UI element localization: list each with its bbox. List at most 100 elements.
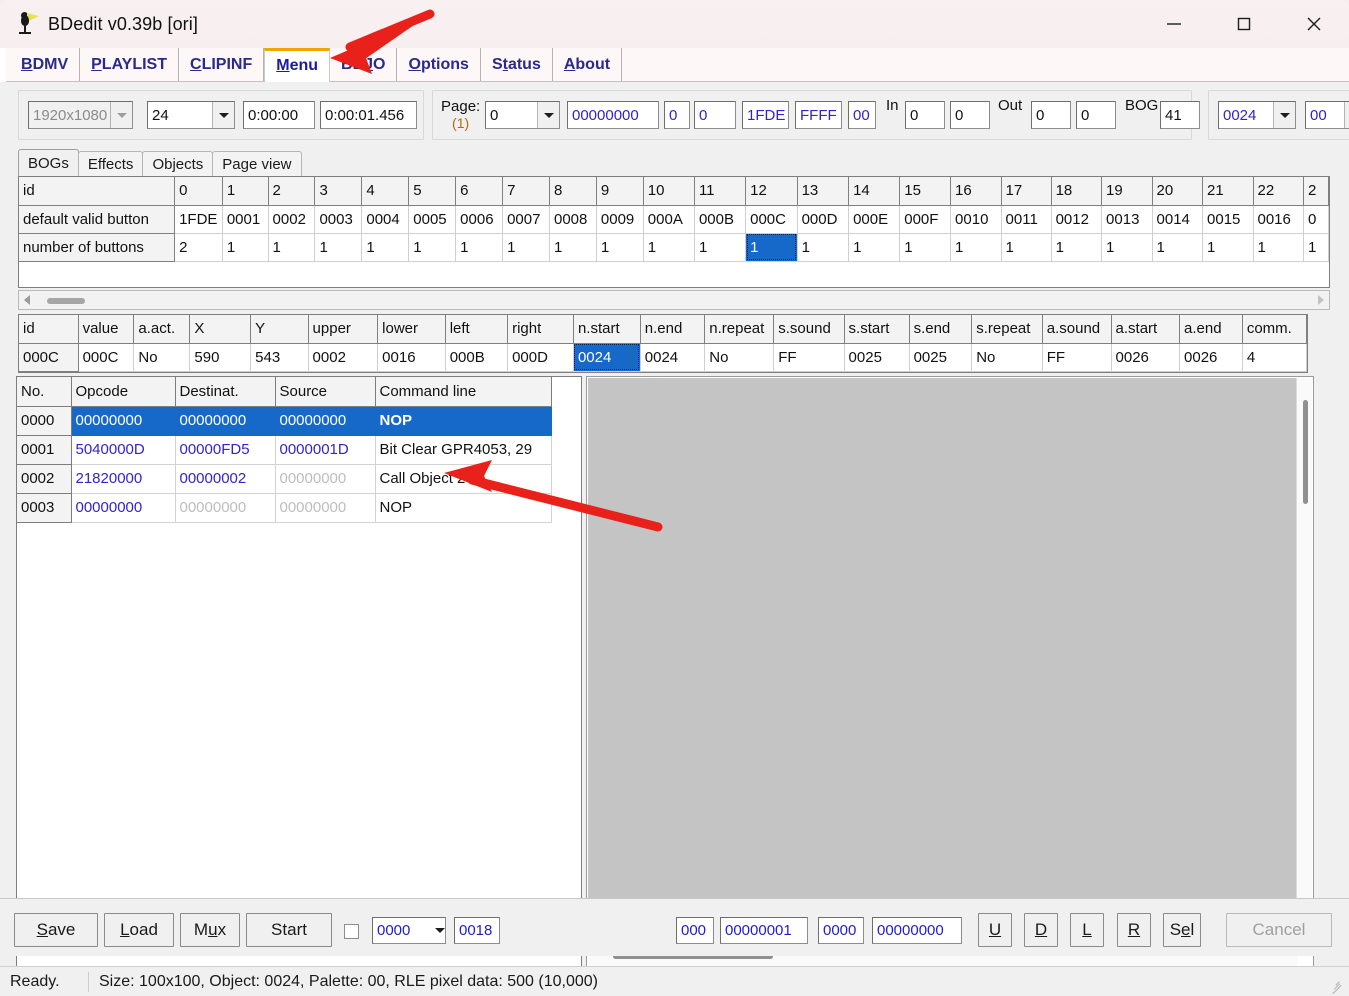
scroll-right-icon[interactable] <box>1313 295 1329 305</box>
field-ffff[interactable]: FFFF <box>795 101 842 129</box>
mux-button[interactable]: Mux <box>180 913 240 947</box>
field-1fde[interactable]: 1FDE <box>742 101 789 129</box>
command-row[interactable]: 0003 00000000 00000000 00000000 NOP <box>17 493 552 523</box>
props-cell[interactable]: 0025 <box>909 343 973 372</box>
bogs-cell[interactable]: 0002 <box>268 205 316 234</box>
field-00000001[interactable]: 00000001 <box>720 917 808 944</box>
tab-bogs[interactable]: BOGs <box>18 149 79 176</box>
nav-left-button[interactable]: L <box>1070 913 1104 947</box>
bogs-cell[interactable]: 11 <box>694 177 747 206</box>
bogs-cell[interactable]: 0011 <box>1001 205 1052 234</box>
bogs-cell[interactable]: 15 <box>899 177 952 206</box>
bogs-cell[interactable]: 1 <box>455 233 504 262</box>
bogs-cell[interactable]: 12 <box>745 177 798 206</box>
bogs-cell[interactable]: 0003 <box>314 205 363 234</box>
field-2[interactable]: 0 <box>694 101 736 129</box>
props-cell[interactable]: 0026 <box>1111 343 1181 372</box>
bogs-cell[interactable]: 0005 <box>408 205 457 234</box>
bogs-cell[interactable]: 1 <box>950 233 1002 262</box>
bogs-cell[interactable]: 2 <box>268 177 316 206</box>
bogs-cell[interactable]: 6 <box>455 177 504 206</box>
minimize-icon[interactable] <box>1139 0 1209 48</box>
props-cell[interactable]: 000B <box>445 343 509 372</box>
nav-down-button[interactable]: D <box>1024 913 1058 947</box>
resolution-select[interactable]: 1920x1080 <box>28 101 133 129</box>
props-cell[interactable]: 0025 <box>844 343 910 372</box>
start-button[interactable]: Start <box>246 913 332 947</box>
bogs-horizontal-scrollbar[interactable] <box>18 290 1330 310</box>
bottom-checkbox[interactable] <box>344 924 359 939</box>
tab-bdmv[interactable]: BDMV <box>10 48 81 81</box>
close-icon[interactable] <box>1279 0 1349 48</box>
field-00[interactable]: 00 <box>848 101 876 129</box>
bogs-cell[interactable]: 1 <box>549 233 597 262</box>
bogs-cell[interactable]: 1 <box>848 233 901 262</box>
tab-clipinf[interactable]: CLIPINF <box>179 48 265 81</box>
props-cell[interactable]: FF <box>1042 343 1112 372</box>
bog-field[interactable]: 41 <box>1160 101 1200 129</box>
tab-status[interactable]: Status <box>481 48 553 81</box>
tab-effects[interactable]: Effects <box>77 151 144 176</box>
field-000[interactable]: 000 <box>676 917 714 944</box>
bogs-cell[interactable]: 1 <box>222 233 269 262</box>
field-0000[interactable]: 0000 <box>818 917 864 944</box>
nav-up-button[interactable]: U <box>978 913 1012 947</box>
bogs-cell[interactable]: 1 <box>1303 233 1329 262</box>
bogs-cell[interactable]: 13 <box>797 177 850 206</box>
bogs-cell[interactable]: 000B <box>694 205 747 234</box>
out-field-2[interactable]: 0 <box>1076 101 1116 129</box>
bogs-cell[interactable]: 000D <box>797 205 850 234</box>
palette-select[interactable]: 00 <box>1305 101 1349 129</box>
bogs-cell[interactable]: 0012 <box>1051 205 1103 234</box>
bogs-cell[interactable]: 0006 <box>455 205 504 234</box>
bogs-cell[interactable]: 000C <box>745 205 798 234</box>
framerate-select[interactable]: 24 <box>147 101 235 129</box>
bogs-cell[interactable]: 2 <box>1303 177 1329 206</box>
bogs-cell[interactable]: 0 <box>1303 205 1329 234</box>
bogs-cell[interactable]: 4 <box>361 177 410 206</box>
props-cell[interactable]: No <box>971 343 1043 372</box>
bogs-cell[interactable]: 1 <box>222 177 269 206</box>
bogs-cell[interactable]: 1 <box>408 233 457 262</box>
bogs-cell[interactable]: 0008 <box>549 205 597 234</box>
bogs-cell[interactable]: 1 <box>643 233 695 262</box>
props-cell[interactable]: 000D <box>507 343 574 372</box>
tab-page-view[interactable]: Page view <box>212 151 302 176</box>
nav-sel-button[interactable]: Sel <box>1163 913 1201 947</box>
bogs-cell[interactable]: 000E <box>848 205 901 234</box>
bogs-cell[interactable]: 1 <box>314 233 363 262</box>
bogs-cell[interactable]: 3 <box>314 177 363 206</box>
bogs-cell[interactable]: 1FDE <box>174 205 223 234</box>
props-cell[interactable]: 590 <box>189 343 252 372</box>
command-row[interactable]: 0001 5040000D 00000FD5 0000001D Bit Clear GP… <box>17 435 552 465</box>
page-select[interactable]: 0 <box>485 101 560 129</box>
bogs-cell[interactable]: 1 <box>502 233 550 262</box>
bogs-cell[interactable]: 0015 <box>1202 205 1254 234</box>
bogs-cell[interactable]: 1 <box>1202 233 1254 262</box>
maximize-icon[interactable] <box>1209 0 1279 48</box>
bogs-cell[interactable]: 0001 <box>222 205 269 234</box>
props-cell[interactable]: No <box>704 343 775 372</box>
scroll-thumb[interactable] <box>47 298 85 304</box>
preview-canvas[interactable] <box>588 378 1297 945</box>
bogs-cell[interactable]: 0 <box>174 177 223 206</box>
bogs-cell[interactable]: 0007 <box>502 205 550 234</box>
props-cell[interactable]: 000C <box>78 343 135 372</box>
bogs-cell[interactable]: 17 <box>1001 177 1052 206</box>
bogs-cell[interactable]: 18 <box>1051 177 1103 206</box>
scroll-left-icon[interactable] <box>19 295 35 305</box>
bogs-grid[interactable]: id 0 1 2 3 4 5 6 7 8 9 10 11 12 13 14 15 16 17 18 19 20 21 22 2 d… <box>18 176 1330 288</box>
bogs-cell[interactable]: 19 <box>1101 177 1153 206</box>
nav-right-button[interactable]: R <box>1117 913 1151 947</box>
field-0018[interactable]: 0018 <box>454 917 500 944</box>
command-row[interactable]: 0000 00000000 00000000 00000000 NOP <box>17 406 552 436</box>
bogs-cell[interactable]: 20 <box>1152 177 1204 206</box>
tab-options[interactable]: Options <box>397 48 481 81</box>
bogs-cell[interactable]: 0014 <box>1152 205 1204 234</box>
bogs-cell[interactable]: 1 <box>1152 233 1204 262</box>
bogs-cell[interactable]: 1 <box>899 233 952 262</box>
field-1[interactable]: 0 <box>664 101 690 129</box>
bogs-cell[interactable]: 0004 <box>361 205 410 234</box>
time-in-field[interactable]: 0:00:00 <box>243 101 315 129</box>
bogs-cell[interactable]: 1 <box>268 233 316 262</box>
